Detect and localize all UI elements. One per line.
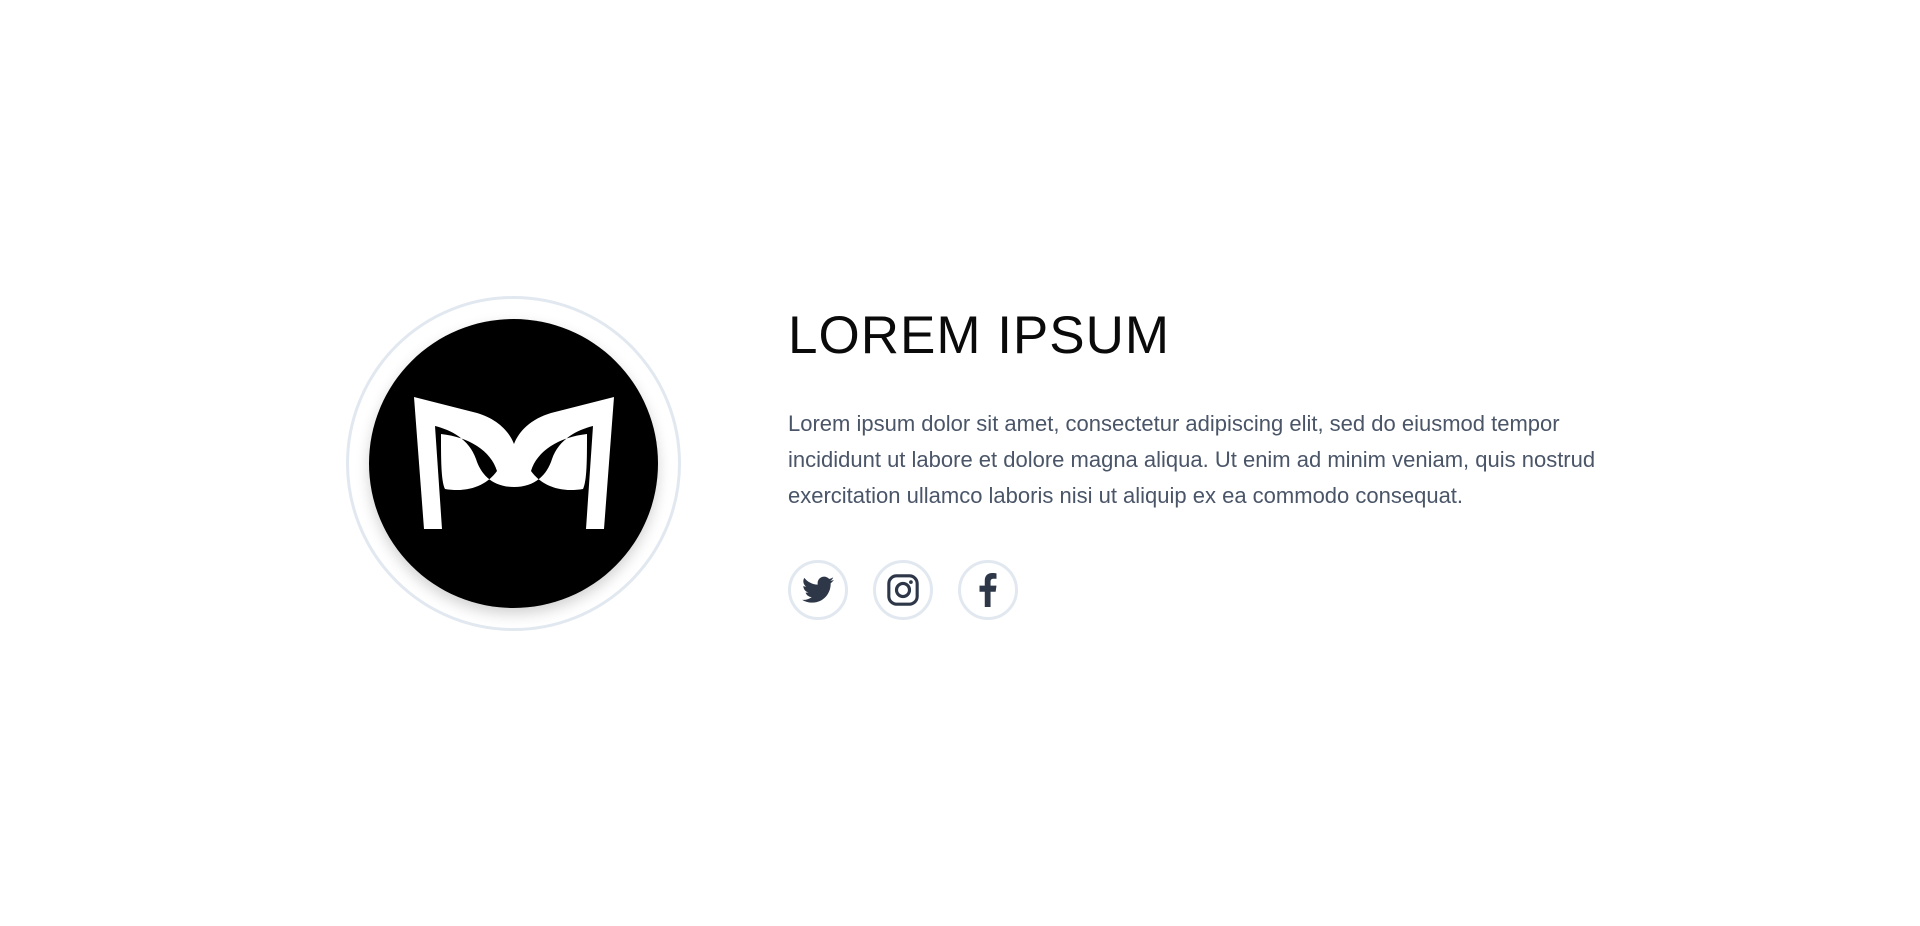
twitter-button[interactable] bbox=[788, 560, 848, 620]
twitter-icon bbox=[802, 576, 834, 603]
mask-logo-icon bbox=[414, 397, 614, 529]
logo bbox=[369, 319, 658, 608]
instagram-button[interactable] bbox=[873, 560, 933, 620]
social-links bbox=[788, 560, 1648, 620]
profile-description: Lorem ipsum dolor sit amet, consectetur … bbox=[788, 411, 1596, 508]
instagram-icon bbox=[887, 574, 919, 606]
facebook-button[interactable] bbox=[958, 560, 1018, 620]
page-title: LOREM IPSUM bbox=[788, 306, 1171, 365]
facebook-icon bbox=[979, 573, 997, 607]
profile-content: LOREM IPSUM Lorem ipsum dolor sit amet, … bbox=[788, 300, 1648, 620]
page: LOREM IPSUM Lorem ipsum dolor sit amet, … bbox=[0, 0, 1920, 926]
